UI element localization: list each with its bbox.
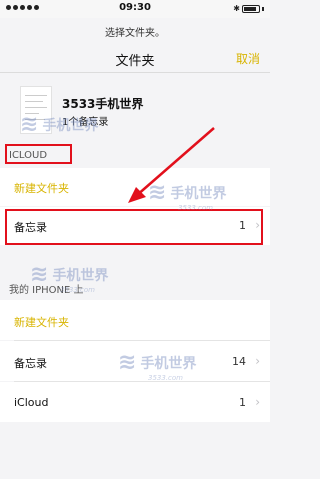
annotation-arrow: [128, 127, 215, 203]
